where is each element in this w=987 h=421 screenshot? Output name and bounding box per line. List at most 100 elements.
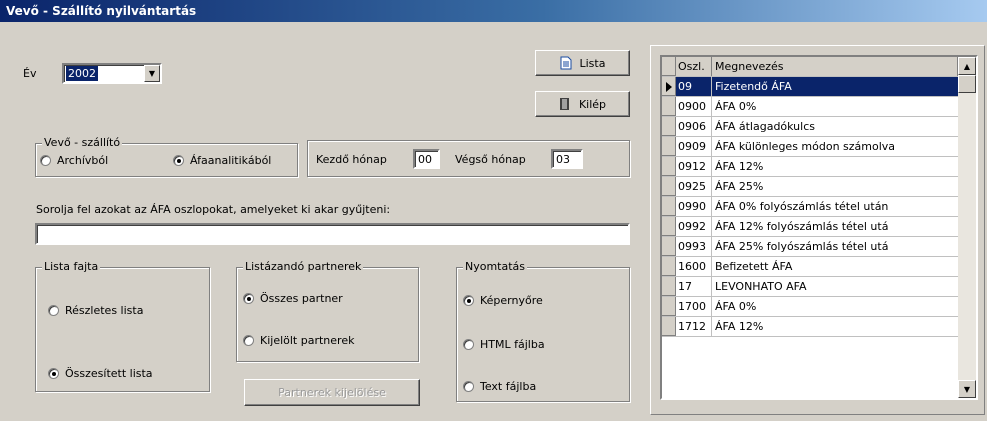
cell-megnevezes[interactable]: LEVONHATO AFA	[712, 277, 958, 296]
grid-scrollbar[interactable]: ▲ ▼	[958, 57, 976, 398]
columns-input[interactable]	[35, 223, 630, 245]
row-indicator[interactable]	[662, 177, 676, 196]
table-row[interactable]: 09 Fizetendő ÁFA	[662, 77, 958, 97]
chevron-down-icon[interactable]: ▼	[144, 65, 160, 82]
radio-circle	[463, 339, 474, 350]
cell-oszl[interactable]: 09	[676, 77, 712, 96]
cell-megnevezes[interactable]: ÁFA 12% folyószámlás tétel utá	[712, 217, 958, 236]
cell-oszl[interactable]: 1700	[676, 297, 712, 316]
cell-oszl[interactable]: 1600	[676, 257, 712, 276]
row-indicator[interactable]	[662, 257, 676, 276]
radio-circle	[243, 335, 254, 346]
grid-header-oszl[interactable]: Oszl.	[676, 57, 712, 76]
radio-kijelolt-partnerek[interactable]: Kijelölt partnerek	[243, 334, 354, 347]
grid-header-row: Oszl. Megnevezés	[662, 57, 958, 77]
partnerek-kijelolese-label: Partnerek kijelölése	[278, 386, 386, 399]
table-row[interactable]: 0906 ÁFA átlagadókulcs	[662, 117, 958, 137]
table-row[interactable]: 1712 ÁFA 12%	[662, 317, 958, 337]
start-month-label: Kezdő hónap	[316, 153, 387, 166]
scroll-thumb[interactable]	[958, 75, 976, 93]
cell-megnevezes[interactable]: Fizetendő ÁFA	[712, 77, 958, 96]
row-indicator[interactable]	[662, 217, 676, 236]
columns-prompt-label: Sorolja fel azokat az ÁFA oszlopokat, am…	[36, 203, 391, 216]
row-indicator[interactable]	[662, 157, 676, 176]
cell-oszl[interactable]: 1712	[676, 317, 712, 336]
cell-megnevezes[interactable]: ÁFA 12%	[712, 157, 958, 176]
row-indicator[interactable]	[662, 237, 676, 256]
kilep-button[interactable]: Kilép	[535, 91, 630, 117]
cell-oszl[interactable]: 0900	[676, 97, 712, 116]
cell-megnevezes[interactable]: ÁFA átlagadókulcs	[712, 117, 958, 136]
cell-megnevezes[interactable]: Befizetett ÁFA	[712, 257, 958, 276]
cell-oszl[interactable]: 0990	[676, 197, 712, 216]
print-group: Nyomtatás Képernyőre HTML fájlba Text fá…	[456, 260, 630, 402]
cell-megnevezes[interactable]: ÁFA 0%	[712, 97, 958, 116]
radio-archivbol[interactable]: Archívból	[40, 154, 108, 167]
afa-columns-grid[interactable]: Oszl. Megnevezés 09 Fizetendő ÁFA 0900 ÁFA …	[660, 55, 978, 400]
lista-button[interactable]: Lista	[535, 50, 630, 76]
cell-megnevezes[interactable]: ÁFA különleges módon számolva	[712, 137, 958, 156]
title-bar: Vevő - Szállító nyilvántartás	[0, 0, 987, 22]
lista-button-label: Lista	[579, 56, 606, 70]
table-row[interactable]: 0992 ÁFA 12% folyószámlás tétel utá	[662, 217, 958, 237]
cell-oszl[interactable]: 17	[676, 277, 712, 296]
table-row[interactable]: 1700 ÁFA 0%	[662, 297, 958, 317]
months-group: Kezdő hónap 00 Végső hónap 03	[307, 140, 630, 177]
cell-oszl[interactable]: 0912	[676, 157, 712, 176]
row-indicator[interactable]	[662, 317, 676, 336]
year-select[interactable]: 2002 ▼	[62, 63, 162, 84]
cell-oszl[interactable]: 0909	[676, 137, 712, 156]
cell-oszl[interactable]: 0925	[676, 177, 712, 196]
row-indicator[interactable]	[662, 277, 676, 296]
window-title: Vevő - Szállító nyilvántartás	[6, 4, 197, 18]
cell-megnevezes[interactable]: ÁFA 25%	[712, 177, 958, 196]
radio-reszletes-lista[interactable]: Részletes lista	[48, 304, 143, 317]
radio-circle	[463, 295, 474, 306]
row-indicator[interactable]	[662, 197, 676, 216]
table-row[interactable]: 0993 ÁFA 25% folyószámlás tétel utá	[662, 237, 958, 257]
radio-osszesitett-lista[interactable]: Összesített lista	[48, 367, 153, 380]
row-indicator[interactable]	[662, 297, 676, 316]
start-month-input[interactable]: 00	[413, 149, 440, 169]
radio-kepernyore[interactable]: Képernyőre	[463, 294, 543, 307]
cell-oszl[interactable]: 0906	[676, 117, 712, 136]
table-row[interactable]: 0990 ÁFA 0% folyószámlás tétel után	[662, 197, 958, 217]
partnerek-kijelolese-button[interactable]: Partnerek kijelölése	[244, 379, 420, 406]
row-pointer-icon[interactable]	[662, 77, 676, 96]
end-month-input[interactable]: 03	[551, 149, 583, 169]
cell-megnevezes[interactable]: ÁFA 25% folyószámlás tétel utá	[712, 237, 958, 256]
radio-circle	[48, 305, 59, 316]
table-row[interactable]: 0912 ÁFA 12%	[662, 157, 958, 177]
table-row[interactable]: 1600 Befizetett ÁFA	[662, 257, 958, 277]
cell-megnevezes[interactable]: ÁFA 0% folyószámlás tétel után	[712, 197, 958, 216]
row-indicator[interactable]	[662, 97, 676, 116]
row-indicator[interactable]	[662, 117, 676, 136]
cell-megnevezes[interactable]: ÁFA 0%	[712, 297, 958, 316]
radio-afaanalitikabol[interactable]: Áfaanalitikából	[173, 154, 271, 167]
radio-html-fajlba[interactable]: HTML fájlba	[463, 338, 545, 351]
grid-corner	[662, 57, 676, 76]
year-label: Év	[23, 67, 37, 80]
grid-header-megnevezes[interactable]: Megnevezés	[712, 57, 958, 76]
table-row[interactable]: 0900 ÁFA 0%	[662, 97, 958, 117]
table-row[interactable]: 17 LEVONHATO AFA	[662, 277, 958, 297]
cell-oszl[interactable]: 0992	[676, 217, 712, 236]
partners-group: Listázandó partnerek Összes partner Kije…	[236, 260, 419, 362]
end-month-label: Végső hónap	[455, 153, 526, 166]
kilep-button-label: Kilép	[578, 97, 607, 111]
scroll-down-icon[interactable]: ▼	[958, 380, 976, 398]
radio-circle	[173, 155, 184, 166]
row-indicator[interactable]	[662, 137, 676, 156]
scroll-up-icon[interactable]: ▲	[958, 57, 976, 75]
exit-door-icon	[559, 98, 569, 110]
radio-circle	[463, 381, 474, 392]
radio-text-fajlba[interactable]: Text fájlba	[463, 380, 536, 393]
table-row[interactable]: 0909 ÁFA különleges módon számolva	[662, 137, 958, 157]
cell-oszl[interactable]: 0993	[676, 237, 712, 256]
radio-circle	[48, 368, 59, 379]
vevo-szallito-group: Vevő - szállító Archívból Áfaanalitikábó…	[35, 136, 298, 177]
radio-osszes-partner[interactable]: Összes partner	[243, 292, 343, 305]
table-row[interactable]: 0925 ÁFA 25%	[662, 177, 958, 197]
cell-megnevezes[interactable]: ÁFA 12%	[712, 317, 958, 336]
vevo-szallito-legend: Vevő - szállító	[42, 136, 123, 149]
